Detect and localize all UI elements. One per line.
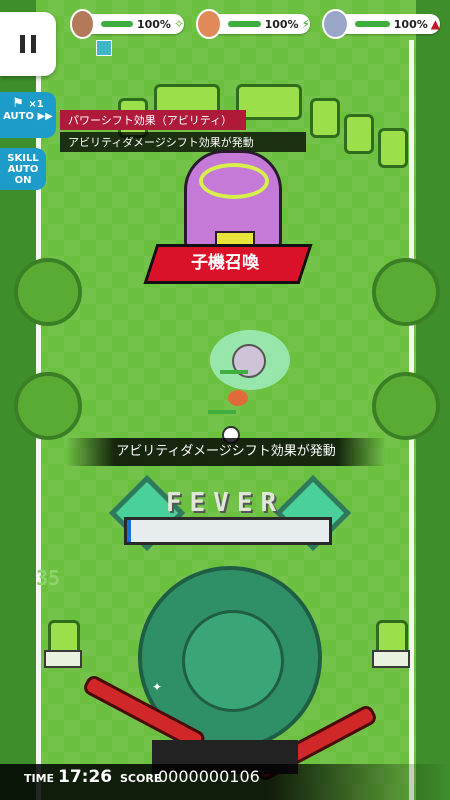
flag-icon: ⚑ ×1 <box>12 96 44 111</box>
hp-bar <box>227 21 261 27</box>
player-character <box>228 390 248 406</box>
party-member-hp: 100% ✧ <box>70 9 184 39</box>
time-label: TIME <box>24 772 55 785</box>
leaf-icon: ⚡ <box>301 17 310 31</box>
sparkle-icon: ✧ <box>173 17 184 31</box>
cross-marker-icon: ✦ <box>152 680 163 694</box>
robot-boss-enemy <box>184 150 282 253</box>
green-bumper <box>344 114 374 154</box>
summon-label: 子機召喚 <box>191 253 259 273</box>
pause-button[interactable] <box>0 12 56 76</box>
buff-power-shift: パワーシフト効果（アビリティ） <box>60 110 246 130</box>
auto-label: AUTO ▶▶ <box>3 111 53 122</box>
buff-ability-damage: アビリティダメージシフト効果が発動 <box>60 132 306 152</box>
party-avatar <box>322 9 349 39</box>
side-circle-bumper <box>14 372 82 440</box>
green-bumper <box>378 128 408 168</box>
hp-bar <box>100 21 133 27</box>
side-circle-bumper <box>14 258 82 326</box>
party-avatar <box>196 9 222 39</box>
fever-gauge-fill <box>127 520 132 542</box>
party-member-hp: 100% ⚡ <box>196 9 310 39</box>
hp-percent: 100% <box>264 17 299 31</box>
bumper-base <box>372 650 410 668</box>
hp-percent: 100% <box>393 17 428 31</box>
character-hp-bar <box>208 410 236 414</box>
triangle-icon: ▲ <box>430 17 440 31</box>
time-value: 17:26 <box>58 767 113 787</box>
party-member-hp: 100% ▲ <box>322 9 440 39</box>
side-circle-bumper <box>372 372 440 440</box>
green-bumper <box>310 98 340 138</box>
character-hp-bar <box>220 370 248 374</box>
pause-icon <box>20 35 25 53</box>
status-effect-icon <box>96 40 112 56</box>
side-circle-bumper <box>372 258 440 326</box>
hp-percent: 100% <box>136 17 171 31</box>
lane-counter: 35 <box>36 566 61 590</box>
score-value: 0000000106 <box>158 767 260 786</box>
auto-button[interactable]: ⚑ ×1 AUTO ▶▶ <box>0 92 56 138</box>
fever-gauge <box>124 517 332 545</box>
party-avatar <box>70 9 95 39</box>
fever-label: FEVER <box>165 488 285 518</box>
ability-message: アビリティダメージシフト効果が発動 <box>66 438 386 466</box>
score-label: SCORE <box>120 772 162 785</box>
hp-bar <box>354 21 390 27</box>
skill-auto-toggle[interactable]: SKILL AUTO ON <box>0 148 46 190</box>
bumper-base <box>44 650 82 668</box>
